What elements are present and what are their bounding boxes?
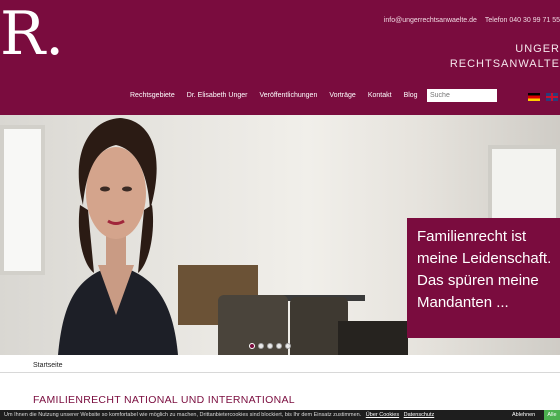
search-input[interactable] [427, 89, 497, 102]
cookie-banner: Um Ihnen die Nutzung unserer Website so … [0, 410, 560, 420]
nav-item-vortraege[interactable]: Vorträge [329, 92, 355, 99]
slider-dots [249, 343, 291, 349]
site-header: R. info@ungerrechtsanwaelte.de Telefon 0… [0, 0, 560, 115]
hero-quote: Familienrecht ist meine Leidenschaft. Da… [407, 218, 560, 338]
coffee-table [338, 321, 408, 355]
logo[interactable]: R. [0, 4, 64, 64]
english-flag-icon[interactable] [546, 93, 558, 101]
privacy-link[interactable]: Datenschutz [404, 412, 435, 418]
breadcrumb[interactable]: Startseite [33, 362, 63, 369]
section-title: FAMILIENRECHT NATIONAL UND INTERNATIONAL [33, 394, 295, 406]
cookie-message: Um Ihnen die Nutzung unserer Website so … [4, 410, 434, 420]
firm-name-line2: RECHTSANWALTE [449, 58, 560, 70]
main-nav: Rechtsgebiete Dr. Elisabeth Unger Veröff… [130, 92, 418, 99]
decline-button[interactable]: Ablehnen [509, 411, 538, 419]
slider-dot-1[interactable] [249, 343, 255, 349]
cookie-message-text: Um Ihnen die Nutzung unserer Website so … [4, 412, 362, 418]
portrait-photo [58, 118, 178, 355]
email-link[interactable]: info@ungerrechtsanwaelte.de [384, 17, 477, 24]
accept-button[interactable]: Alle [544, 410, 560, 420]
nav-item-veroeffentlichungen[interactable]: Veröffentlichungen [259, 92, 317, 99]
nav-item-blog[interactable]: Blog [404, 92, 418, 99]
cookie-info-link[interactable]: Über Cookies [366, 412, 399, 418]
contact-bar: info@ungerrechtsanwaelte.de Telefon 040 … [378, 17, 560, 24]
divider [0, 372, 560, 373]
nav-item-dr-elisabeth-unger[interactable]: Dr. Elisabeth Unger [187, 92, 248, 99]
language-switcher [528, 93, 558, 101]
nav-item-kontakt[interactable]: Kontakt [368, 92, 392, 99]
slider-dot-2[interactable] [258, 343, 264, 349]
nav-item-rechtsgebiete[interactable]: Rechtsgebiete [130, 92, 175, 99]
firm-name: UNGER RECHTSANWALTE [450, 42, 560, 72]
hero-slider: Familienrecht ist meine Leidenschaft. Da… [0, 115, 560, 355]
slider-dot-5[interactable] [285, 343, 291, 349]
german-flag-icon[interactable] [528, 93, 540, 101]
slider-dot-3[interactable] [267, 343, 273, 349]
slider-dot-4[interactable] [276, 343, 282, 349]
phone-text: Telefon 040 30 99 71 55 [484, 17, 560, 24]
firm-name-line1: UNGER [515, 43, 560, 55]
